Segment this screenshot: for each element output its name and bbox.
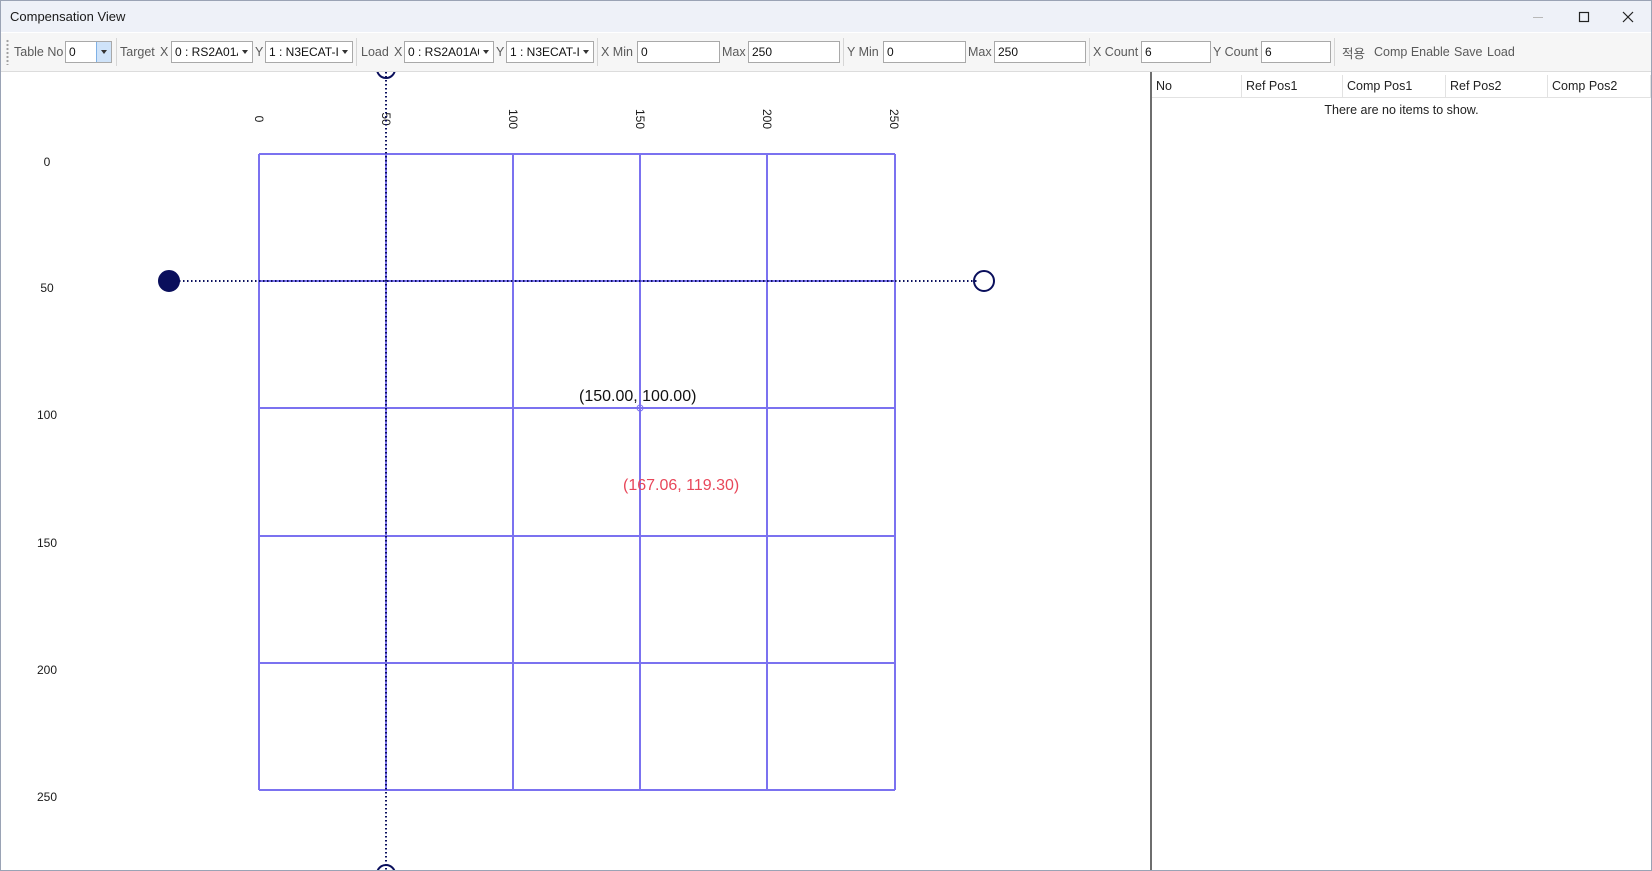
- y-count-value: 6: [1265, 45, 1272, 59]
- compensation-view-window: Compensation View Table No 0 Target X 0 …: [0, 0, 1652, 871]
- target-y-label: Y: [255, 45, 264, 59]
- close-icon: [1622, 11, 1634, 22]
- table-no-value: 0: [69, 45, 76, 59]
- maximize-button[interactable]: [1561, 1, 1607, 32]
- table-no-label: Table No: [14, 45, 64, 59]
- dropdown-arrow-icon[interactable]: [96, 42, 111, 62]
- y-count-input[interactable]: 6: [1261, 41, 1331, 63]
- maximize-icon: [1578, 11, 1590, 22]
- dropdown-arrow-icon[interactable]: [479, 42, 493, 62]
- save-button[interactable]: Save: [1454, 33, 1483, 71]
- dropdown-arrow-icon[interactable]: [238, 42, 252, 62]
- empty-list-message: There are no items to show.: [1324, 103, 1479, 117]
- toolbar-separator: [597, 38, 598, 66]
- load-label: Load: [361, 45, 389, 59]
- toolbar-separator: [1334, 38, 1335, 66]
- x-min-value: 0: [641, 45, 648, 59]
- horizontal-crosshair-start-handle-icon[interactable]: [158, 270, 180, 292]
- x-max-input[interactable]: 250: [748, 41, 840, 63]
- x-max-value: 250: [752, 45, 773, 59]
- column-header-comp-pos2[interactable]: Comp Pos2: [1548, 75, 1651, 97]
- y-min-label: Y Min: [847, 45, 879, 59]
- toolbar-separator: [843, 38, 844, 66]
- target-x-label: X: [160, 45, 169, 59]
- x-count-label: X Count: [1093, 45, 1139, 59]
- column-header-ref-pos2[interactable]: Ref Pos2: [1446, 75, 1548, 97]
- x-max-label: Max: [722, 45, 746, 59]
- x-min-input[interactable]: 0: [637, 41, 720, 63]
- load-y-value: 1 : N3ECAT-I: [510, 45, 580, 59]
- list-header: No Ref Pos1 Comp Pos1 Ref Pos2 Comp Pos2: [1152, 75, 1651, 98]
- load-y-combo[interactable]: 1 : N3ECAT-I: [506, 41, 594, 63]
- toolbar-separator: [116, 38, 117, 66]
- y-max-label: Max: [968, 45, 992, 59]
- y-count-label: Y Count: [1213, 45, 1258, 59]
- column-header-comp-pos1[interactable]: Comp Pos1: [1343, 75, 1446, 97]
- y-min-input[interactable]: 0: [883, 41, 966, 63]
- title-bar: Compensation View: [1, 1, 1651, 32]
- compensation-list-view[interactable]: No Ref Pos1 Comp Pos1 Ref Pos2 Comp Pos2…: [1152, 72, 1651, 870]
- y-max-input[interactable]: 250: [994, 41, 1086, 63]
- toolbar-separator: [1089, 38, 1090, 66]
- close-button[interactable]: [1605, 1, 1651, 32]
- toolbar-grip[interactable]: [6, 39, 9, 65]
- compensation-grid: [158, 72, 995, 870]
- load-x-combo[interactable]: 0 : RS2A01A0: [404, 41, 494, 63]
- toolbar: Table No 0 Target X 0 : RS2A01A Y 1 : N3…: [1, 33, 1651, 72]
- load-button[interactable]: Load: [1487, 33, 1515, 71]
- reference-coordinate-label: (150.00, 100.00): [579, 388, 697, 405]
- y-max-value: 250: [998, 45, 1019, 59]
- x-min-label: X Min: [601, 45, 633, 59]
- grid-lines: [258, 153, 896, 791]
- x-count-value: 6: [1145, 45, 1152, 59]
- target-label: Target: [120, 45, 155, 59]
- compensated-coordinate-label: (167.06, 119.30): [623, 477, 740, 494]
- x-count-input[interactable]: 6: [1141, 41, 1211, 63]
- dropdown-arrow-icon[interactable]: [579, 42, 593, 62]
- target-x-combo[interactable]: 0 : RS2A01A: [171, 41, 253, 63]
- comp-enable-button[interactable]: Comp Enable: [1374, 33, 1450, 71]
- apply-button[interactable]: 적용: [1342, 33, 1365, 71]
- load-x-value: 0 : RS2A01A0: [408, 45, 485, 59]
- table-no-combo[interactable]: 0: [65, 41, 112, 63]
- target-x-value: 0 : RS2A01A: [175, 45, 245, 59]
- load-y-label: Y: [496, 45, 505, 59]
- minimize-button[interactable]: [1515, 1, 1561, 32]
- horizontal-crosshair-end-handle-icon[interactable]: [973, 270, 995, 292]
- column-header-ref-pos1[interactable]: Ref Pos1: [1242, 75, 1343, 97]
- target-y-combo[interactable]: 1 : N3ECAT-I: [265, 41, 353, 63]
- target-y-value: 1 : N3ECAT-I: [269, 45, 339, 59]
- minimize-icon: [1533, 16, 1543, 18]
- dropdown-arrow-icon[interactable]: [338, 42, 352, 62]
- y-min-value: 0: [887, 45, 894, 59]
- column-header-no[interactable]: No: [1152, 75, 1242, 97]
- load-x-label: X: [394, 45, 403, 59]
- compensation-canvas[interactable]: 0 50 100 150 200 250 0 50 100 150 200 25…: [1, 72, 1151, 870]
- window-title: Compensation View: [10, 9, 126, 24]
- toolbar-separator: [356, 38, 357, 66]
